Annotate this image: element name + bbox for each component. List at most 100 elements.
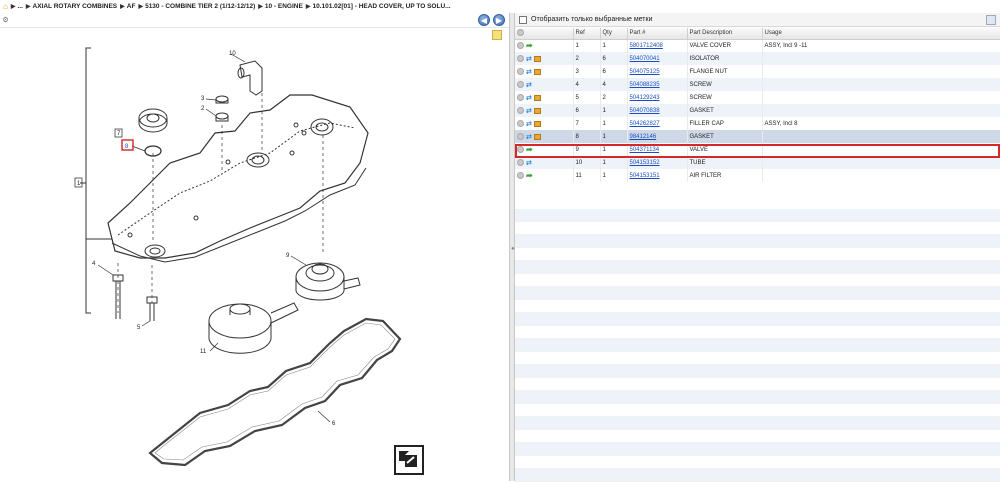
row-icons: ⇄ [515,130,574,143]
callout-6[interactable]: 6 [332,421,336,427]
cell-part[interactable]: 504371134 [627,143,688,156]
cell-usage [762,169,1000,182]
replacement-icon[interactable]: ⇄ [526,81,532,89]
column-header-description[interactable]: Part Description [687,28,763,40]
part-number-link[interactable]: 504070838 [630,108,660,114]
callout-4[interactable]: 4 [92,261,96,267]
cell-part[interactable]: 504129243 [627,91,688,104]
breadcrumb-item[interactable]: AF [127,3,136,10]
cell-part[interactable]: 504075125 [627,65,688,78]
package-icon[interactable] [533,94,541,101]
breadcrumb-item[interactable]: 5130 - COMBINE TIER 2 (1/12-12/12) [145,3,255,10]
table-row[interactable]: ⇄ 10 1 504153152 TUBE [515,156,1000,169]
row-select-icon[interactable] [517,107,524,114]
diagram-panel: ⚙ ◀ ▶ 10 3 2 9 4 5 11 6 7 8 1 [0,13,509,481]
row-select-icon[interactable] [517,94,524,101]
cell-part[interactable]: 504070838 [627,104,688,117]
replacement-icon[interactable]: ⇄ [526,159,532,167]
table-row[interactable]: ⇄ 6 1 504070838 GASKET [515,104,1000,117]
row-select-icon[interactable] [517,159,524,166]
grid-settings-icon[interactable] [986,15,996,25]
package-icon[interactable] [533,68,541,75]
package-icon[interactable] [533,107,541,114]
column-header-qty[interactable]: Qty [600,28,628,40]
breadcrumb-item[interactable]: AXIAL ROTARY COMBINES [33,3,118,10]
table-row[interactable]: ➦ 9 1 504371134 VALVE [515,143,1000,156]
cell-part[interactable]: 5801712408 [627,39,688,52]
row-select-icon[interactable] [517,42,524,50]
replacement-icon[interactable]: ⇄ [526,94,532,102]
part-number-link[interactable]: 504153152 [630,160,660,166]
callout-1[interactable]: 1 [77,181,81,187]
column-header-part[interactable]: Part # [627,28,688,40]
part-number-link[interactable]: 504129243 [630,95,660,101]
breadcrumb-item[interactable]: 10.101.02[01] - HEAD COVER, UP TO SOLU..… [312,3,450,10]
part-number-link[interactable]: 504262827 [630,121,660,127]
arrow-icon: ▶ [138,4,144,10]
part-number-link[interactable]: 504371134 [630,147,660,153]
replacement-icon[interactable]: ⇄ [526,55,532,63]
column-header-ref[interactable]: Ref [573,28,601,40]
replacement-icon[interactable]: ⇄ [526,68,532,76]
cell-ref: 3 [573,65,601,78]
column-header-usage[interactable]: Usage [762,28,1000,40]
table-row[interactable]: ⇄ 4 4 504088235 SCREW [515,78,1000,91]
row-icons: ⇄ [515,52,574,65]
table-row[interactable]: ➦ 11 1 504153151 AIR FILTER [515,169,1000,182]
green-arrow-icon[interactable]: ➦ [526,171,533,180]
row-select-icon[interactable] [517,133,524,140]
callout-10[interactable]: 10 [229,51,236,57]
package-icon[interactable] [533,120,541,127]
table-row[interactable]: ⇄ 3 6 504075125 FLANGE NUT [515,65,1000,78]
column-header-icons[interactable] [515,28,574,40]
package-icon[interactable] [533,133,541,140]
table-row[interactable]: ⇄ 5 2 504129243 SCREW [515,91,1000,104]
package-icon[interactable] [533,55,541,62]
table-row[interactable]: ⇄ 2 6 504070041 ISOLATOR [515,52,1000,65]
row-select-icon[interactable] [517,81,524,88]
replacement-icon[interactable]: ⇄ [526,120,532,128]
breadcrumb-item[interactable]: ... [17,3,22,10]
row-select-icon[interactable] [517,55,524,62]
show-selected-checkbox[interactable] [519,15,527,24]
cell-part[interactable]: 504262827 [627,117,688,130]
empty-row [515,248,1000,261]
callout-2[interactable]: 2 [201,106,205,112]
part-number-link[interactable]: 98412146 [630,134,657,140]
part-number-link[interactable]: 504153151 [630,173,660,179]
breadcrumb-item[interactable]: 10 - ENGINE [265,3,303,10]
row-icons: ⇄ [515,104,574,117]
export-button[interactable] [394,445,424,475]
green-arrow-icon[interactable]: ➦ [526,41,533,50]
callout-7[interactable]: 7 [117,131,121,137]
cell-part[interactable]: 504153152 [627,156,688,169]
splitter-grip-icon[interactable]: ● [511,245,515,254]
green-arrow-icon[interactable]: ➦ [526,145,533,154]
cell-part[interactable]: 504070041 [627,52,688,65]
row-select-icon[interactable] [517,172,524,179]
table-row[interactable]: ⇄ 8 1 98412146 GASKET [515,130,1000,143]
cell-part[interactable]: 504153151 [627,169,688,182]
replacement-icon[interactable]: ⇄ [526,107,532,115]
part-number-link[interactable]: 504088235 [630,82,660,88]
callout-8[interactable]: 8 [125,144,129,150]
part-number-link[interactable]: 5801712408 [630,43,663,49]
cell-part[interactable]: 98412146 [627,130,688,143]
table-row[interactable]: ➦ 1 1 5801712408 VALVE COVER ASSY, Incl 9 -11 [515,39,1000,52]
row-select-icon[interactable] [517,146,524,153]
select-all-icon[interactable] [517,28,524,36]
home-icon[interactable]: ⌂ [3,2,8,11]
callout-11[interactable]: 11 [200,349,207,355]
part-number-link[interactable]: 504075125 [630,69,660,75]
callout-3[interactable]: 3 [201,96,205,102]
table-row[interactable]: ⇄ 7 1 504262827 FILLER CAP ASSY, Incl 8 [515,117,1000,130]
row-select-icon[interactable] [517,120,524,127]
part-number-link[interactable]: 504070041 [630,56,660,62]
empty-row [515,352,1000,365]
row-select-icon[interactable] [517,68,524,75]
replacement-icon[interactable]: ⇄ [526,133,532,141]
cell-part[interactable]: 504088235 [627,78,688,91]
callout-9[interactable]: 9 [286,253,290,259]
callout-5[interactable]: 5 [137,325,141,331]
arrow-icon: ▶ [25,4,31,10]
